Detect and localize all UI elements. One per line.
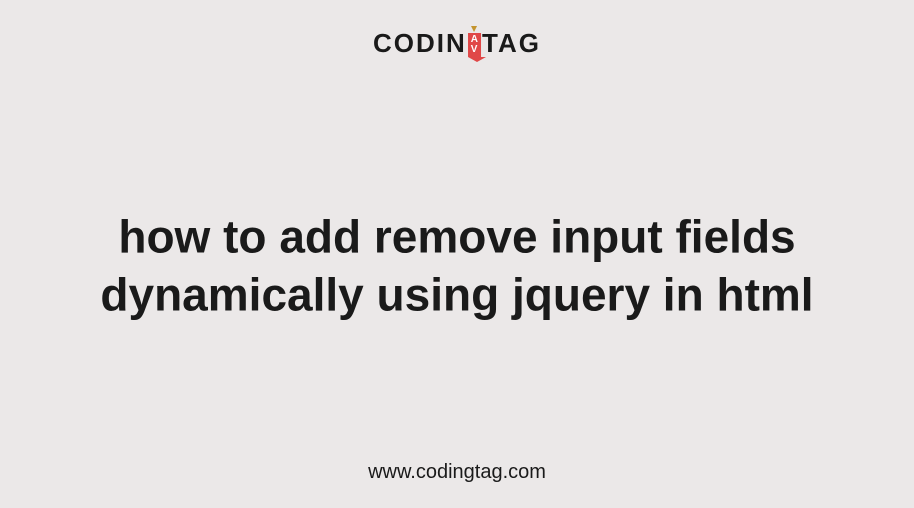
page-headline: how to add remove input fields dynamical… [46, 209, 869, 324]
logo-text-last: TAG [482, 28, 541, 59]
pencil-tip-icon [471, 26, 477, 32]
footer-url: www.codingtag.com [368, 461, 546, 484]
logo-tag-icon: AV [468, 26, 481, 57]
logo-text-first: CODIN [373, 28, 467, 59]
tag-shape-icon: AV [468, 33, 481, 57]
brand-logo: CODIN AV TAG [373, 28, 541, 59]
